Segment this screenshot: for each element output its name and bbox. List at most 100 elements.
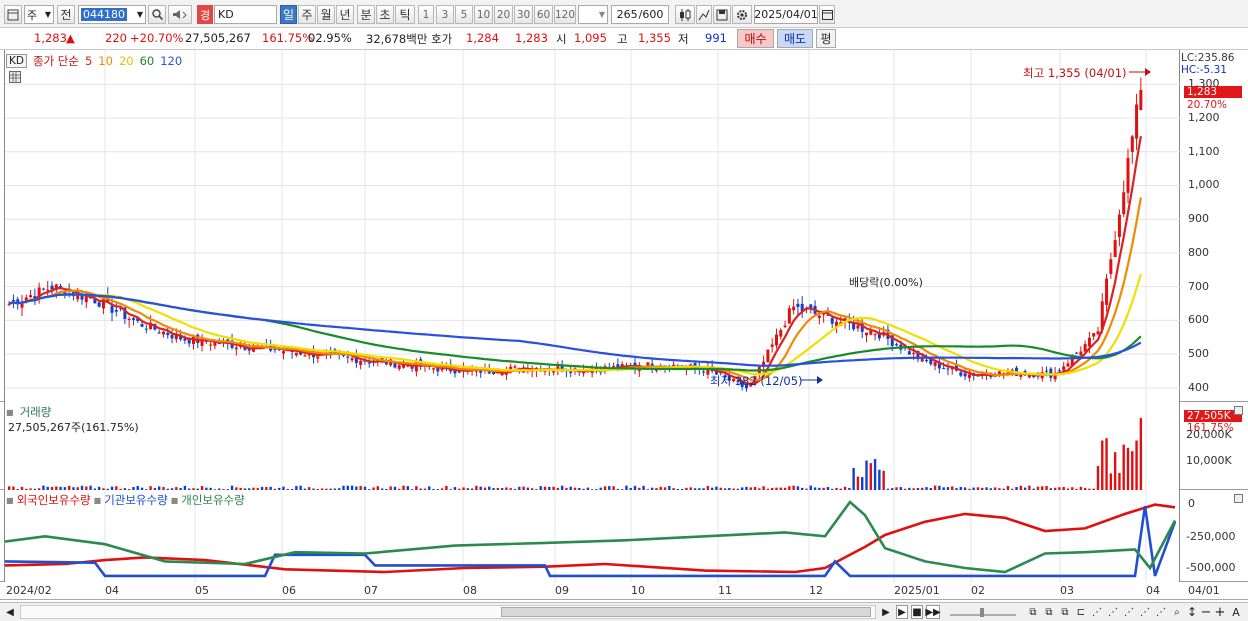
candle [865,332,869,343]
tab-month[interactable]: 월 [317,5,335,24]
candle [787,305,791,324]
evaluate-button[interactable]: 평 [816,29,836,48]
candle [612,362,616,368]
scroll-left-icon[interactable]: ◀ [4,605,16,619]
indicator-icon[interactable]: ⊏ [1074,605,1088,619]
trend-icon[interactable]: ⋰ [1138,605,1152,619]
price-tag: 1,283 [1184,86,1242,98]
x-cursor-date: 04/01 [1188,584,1220,597]
stock-chart[interactable]: KD 종가 단순 5 10 20 60 120 LC:235.86 HC:-5.… [0,50,1248,602]
step-10[interactable]: 10 [474,5,493,24]
chevron-down-icon: ▼ [598,10,605,19]
candle [779,328,783,340]
toolbar: 주 ▼ 전 044180 ▼ 경 KD 일 주 월 년 분 초 틱 1 3 5 … [0,0,1248,28]
candle [166,326,170,339]
price-plot[interactable] [5,50,1181,402]
stock-name-field[interactable]: KD [214,5,277,24]
trend-icon[interactable]: ⋰ [1154,605,1168,619]
candle-type-icon[interactable] [675,5,695,24]
play-icon[interactable]: ▶ [896,605,908,619]
legend-foreign: 외국인보유수량 [16,493,91,507]
volume-bar [1135,440,1138,490]
candle [161,330,165,338]
trend-icon[interactable]: ⋰ [1106,605,1120,619]
volume-bar [1096,465,1100,490]
candle [170,328,174,344]
step-1[interactable]: 1 [418,5,434,24]
candle [157,329,161,334]
tab-year[interactable]: 년 [336,5,354,24]
period-select[interactable]: 주 ▼ [24,5,54,24]
search-icon[interactable] [148,5,166,24]
legend-individual: 개인보유수량 [181,493,245,507]
panel-icon[interactable]: ⧉ [1042,605,1056,619]
volume-plot[interactable] [5,402,1181,490]
volume-bar [882,470,885,490]
open-label: 시 [556,32,567,46]
panel-icon[interactable]: ⧉ [1058,605,1072,619]
window-menu-icon[interactable] [4,5,22,24]
compare-button[interactable]: 전 [57,5,75,24]
buy-button[interactable]: 매수 [737,29,774,48]
trade-amount: 32,678백만 [366,32,428,46]
holding-tick-0: 0 [1188,497,1195,510]
price-pct-tag: 20.70% [1187,99,1228,111]
candle [41,287,45,291]
magnifier-icon[interactable]: ⌕ [1170,605,1184,619]
quote-bar: 1,283 ▲ 220 +20.70% 27,505,267 161.75% 0… [0,28,1248,50]
tab-tick[interactable]: 틱 [395,5,415,24]
font-size-icon[interactable]: A [1230,605,1242,619]
x-tick: 03 [1060,584,1074,597]
tab-minute[interactable]: 분 [357,5,375,24]
stock-code-input[interactable]: 044180 ▼ [78,5,146,24]
step-60[interactable]: 60 [534,5,553,24]
legend-code[interactable]: KD [6,54,27,68]
ma20-label: 20 [118,54,134,68]
step-30[interactable]: 30 [514,5,533,24]
volume-value-label: 27,505,267주(161.75%) [8,421,139,434]
volume-title: 거래량 [19,405,52,419]
candle [1109,252,1113,279]
sound-icon[interactable] [168,5,192,24]
tab-second[interactable]: 초 [376,5,394,24]
volume-bar [1113,452,1117,490]
price-tick: 700 [1188,279,1209,293]
gear-icon[interactable] [732,5,752,24]
step-120[interactable]: 120 [554,5,576,24]
panel-icon[interactable]: ⧉ [1026,605,1040,619]
step-5[interactable]: 5 [455,5,473,24]
move-icon[interactable]: ↕ [1186,605,1198,619]
trend-icon[interactable]: ⋰ [1122,605,1136,619]
legend-title: 종가 단순 [32,54,79,68]
scroll-thumb[interactable] [501,607,871,617]
date-field[interactable]: 2025/04/01 [754,5,818,24]
calendar-icon[interactable] [819,5,835,24]
grid-toggle-icon[interactable] [9,71,21,83]
scroll-track[interactable] [20,605,876,619]
holding-tick-500k: -500,000 [1186,561,1236,574]
candle [513,364,517,369]
bar-count-field[interactable]: 265 /600 [611,5,669,24]
tab-day[interactable]: 일 [280,5,297,24]
stop-icon[interactable]: ■ [911,605,923,619]
tab-week[interactable]: 주 [298,5,316,24]
step-3[interactable]: 3 [436,5,454,24]
volume-bar [865,460,868,490]
trend-icon[interactable]: ⋰ [1090,605,1104,619]
fast-forward-icon[interactable]: ▶▶ [925,605,941,619]
scroll-right-icon[interactable]: ▶ [880,605,892,619]
chevron-down-icon: ▼ [136,10,143,19]
save-icon[interactable] [713,5,731,24]
current-price: 1,283 [34,31,67,45]
zoom-slider[interactable] [948,605,1018,619]
draw-tool-icon[interactable] [696,5,712,24]
panel-close-icon[interactable] [1234,494,1243,503]
panel-close-icon[interactable] [1234,406,1243,415]
zoom-out-icon[interactable]: − [1200,605,1212,620]
custom-step-select[interactable]: ▼ [578,5,608,24]
sell-button[interactable]: 매도 [777,29,813,48]
zoom-in-icon[interactable]: + [1214,605,1226,620]
price-legend: KD 종가 단순 5 10 20 60 120 [6,53,182,69]
x-tick: 11 [718,584,732,597]
step-20[interactable]: 20 [494,5,513,24]
